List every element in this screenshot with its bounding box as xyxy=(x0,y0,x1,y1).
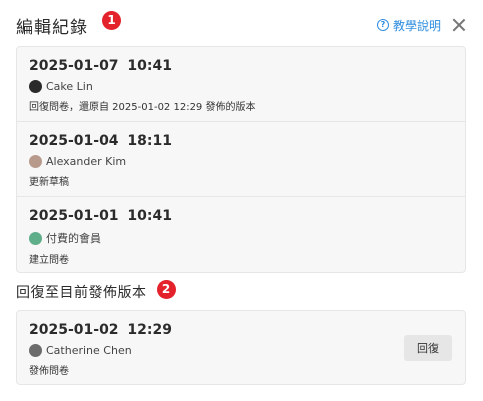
history-entry[interactable]: 2025-01-04 18:11 Alexander Kim 更新草稿 xyxy=(17,122,465,197)
restore-section-title: 回復至目前發佈版本 xyxy=(16,285,147,301)
entry-action: 建立問卷 xyxy=(29,255,69,266)
avatar xyxy=(29,231,42,245)
step-badge-2: 2 xyxy=(156,279,176,299)
user-row: 付費的會員 xyxy=(29,230,453,246)
user-name: Cake Lin xyxy=(46,80,93,93)
help-link[interactable]: ? 教學說明 xyxy=(376,17,441,34)
history-entry[interactable]: 2025-01-01 10:41 付費的會員 建立問卷 xyxy=(17,197,465,272)
user-name: 付費的會員 xyxy=(46,232,101,245)
entry-action: 更新草稿 xyxy=(29,177,69,188)
dialog-header: 編輯紀錄 1 ? 教學說明 xyxy=(16,10,467,40)
avatar xyxy=(29,344,42,357)
dialog-title: 編輯紀錄 xyxy=(16,17,88,38)
help-label: 教學說明 xyxy=(392,18,441,33)
current-version-card: 2025-01-02 12:29 Catherine Chen 發佈問卷 回復 xyxy=(16,310,466,385)
question-icon: ? xyxy=(376,19,389,31)
entry-time: 2025-01-02 12:29 xyxy=(29,322,172,338)
entry-action: 回復問卷，還原自 2025-01-02 12:29 發佈的版本 xyxy=(29,102,256,113)
history-entry[interactable]: 2025-01-07 10:41 Cake Lin 回復問卷，還原自 2025-… xyxy=(17,47,465,122)
user-row: Alexander Kim xyxy=(29,155,453,168)
entry-action: 發佈問卷 xyxy=(29,366,69,377)
user-name: Catherine Chen xyxy=(46,344,132,357)
entry-time: 2025-01-07 10:41 xyxy=(29,58,172,74)
user-row: Cake Lin xyxy=(29,80,453,93)
entry-time: 2025-01-04 18:11 xyxy=(29,133,172,149)
avatar xyxy=(29,155,42,168)
history-list: 2025-01-07 10:41 Cake Lin 回復問卷，還原自 2025-… xyxy=(16,46,466,273)
close-icon[interactable] xyxy=(451,17,467,33)
user-name: Alexander Kim xyxy=(46,155,127,168)
avatar xyxy=(29,80,42,93)
restore-button[interactable]: 回復 xyxy=(404,335,452,361)
restore-section-header: 回復至目前發佈版本 2 xyxy=(16,279,176,302)
user-row: Catherine Chen xyxy=(29,344,453,357)
entry-time: 2025-01-01 10:41 xyxy=(29,208,172,224)
step-badge-1: 1 xyxy=(102,10,121,30)
